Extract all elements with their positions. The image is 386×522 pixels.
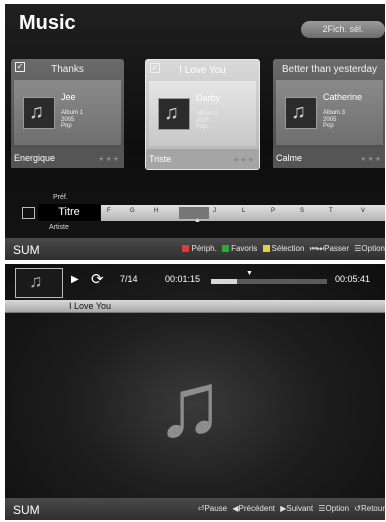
letter-index-item[interactable]: J: [213, 208, 216, 214]
page-title: Music: [19, 12, 76, 34]
play-icon[interactable]: ▶: [71, 274, 79, 285]
music-note-icon: ♫: [291, 101, 306, 123]
help-return[interactable]: ↺Retour: [354, 504, 385, 513]
song-mood: Triste: [149, 154, 172, 164]
help-items: Périph. Favoris Sélection ⏮⏭Passer ☰Opti…: [179, 244, 385, 254]
letter-index-bar: F G H J L P S T V: [101, 205, 385, 221]
album-art: ♫: [23, 97, 55, 129]
song-genre: Pop: [196, 124, 207, 130]
elapsed-time: 00:01:15: [165, 274, 201, 284]
album-art: ♫: [285, 97, 317, 129]
letter-index-item[interactable]: S: [300, 208, 304, 214]
song-title: Better than yesterday: [281, 64, 378, 75]
song-artist: Darby: [196, 93, 221, 103]
song-footer: Calme ★★★: [273, 148, 385, 168]
music-note-icon: ♫: [155, 354, 224, 456]
yellow-button-icon: [262, 245, 270, 252]
sort-option-current[interactable]: Titre: [38, 204, 100, 221]
song-album: Album 1: [61, 110, 84, 116]
cd-icon: ♫: [15, 268, 63, 298]
album-art: ♫: [158, 98, 190, 130]
song-genre: Pop: [323, 123, 334, 129]
now-playing-bar: I Love You: [5, 300, 385, 313]
letter-index-item[interactable]: T: [329, 208, 333, 214]
letter-index-item[interactable]: L: [242, 208, 245, 214]
letter-cursor-icon: ▲: [194, 217, 201, 224]
help-selection[interactable]: Sélection: [262, 244, 304, 253]
player-bar: ♫ ▶ ⟳ 7/14 00:01:15 ▼ 00:05:41: [5, 264, 385, 298]
list-icon: [22, 207, 35, 219]
help-option[interactable]: ☰Option: [354, 244, 385, 253]
help-next[interactable]: ▶Suivant: [280, 504, 313, 513]
track-index: 7/14: [120, 274, 138, 284]
song-title: I Love You: [179, 65, 226, 76]
rating-stars: ★★★: [233, 157, 255, 164]
letter-index-item[interactable]: V: [361, 208, 365, 214]
song-meta: Album 1 2005 Pop: [61, 110, 83, 130]
music-note-icon: ♫: [29, 101, 44, 123]
song-genre: Pop: [61, 123, 72, 129]
song-mood: Calme: [276, 153, 303, 163]
song-info-panel: ♫ Darby Album 2 2005 Pop: [149, 81, 256, 146]
progress-fill: [211, 279, 237, 284]
letter-index-item[interactable]: F: [107, 208, 111, 214]
song-footer: Energique ★★★: [11, 148, 124, 168]
repeat-icon[interactable]: ⟳: [91, 270, 104, 288]
song-album: Album 3: [323, 110, 346, 116]
return-icon: ↺: [354, 504, 361, 513]
song-title: Thanks: [51, 64, 84, 75]
song-card-thanks[interactable]: ✓ Thanks ♫ Jee Album 1 2005 Pop Energiqu…: [11, 59, 124, 168]
skip-icon: ⏮⏭: [309, 244, 325, 253]
song-artist: Catherine: [323, 92, 363, 102]
total-time: 00:05:41: [335, 274, 371, 284]
help-bar: SUM Périph. Favoris Sélection ⏮⏭Passer ☰…: [5, 238, 385, 260]
song-album: Album 2: [196, 111, 219, 117]
song-card-better-than-yesterday[interactable]: Better than yesterday ♫ Catherine Album …: [273, 59, 385, 168]
now-playing-title: I Love You: [69, 301, 112, 311]
song-info-panel: ♫ Jee Album 1 2005 Pop: [14, 80, 121, 145]
sum-label: SUM: [13, 503, 40, 517]
help-favorites[interactable]: Favoris: [222, 244, 257, 253]
letter-index-item[interactable]: G: [130, 208, 135, 214]
song-card-i-love-you[interactable]: ✓ I Love You ♫ Darby Album 2 2005 Pop Tr…: [145, 59, 260, 170]
sort-bar: Préf. Titre Artiste F G H J L P S T V: [5, 194, 385, 234]
music-library-screen: Music 2Fich. sél. ✓ Thanks ♫ Jee Album 1…: [5, 4, 385, 260]
help-option[interactable]: ☰Option: [318, 504, 349, 513]
help-peripheral[interactable]: Périph.: [182, 244, 217, 253]
progress-marker-icon: ▼: [246, 270, 253, 277]
progress-bar[interactable]: [211, 279, 327, 284]
red-button-icon: [182, 245, 190, 252]
rating-stars: ★★★: [360, 156, 382, 163]
song-artist: Jee: [61, 92, 76, 102]
help-pause[interactable]: ⏎Pause: [198, 504, 227, 513]
rating-stars: ★★★: [98, 156, 120, 163]
sum-label: SUM: [13, 243, 40, 257]
music-note-icon: ♫: [164, 102, 179, 124]
help-bar: SUM ⏎Pause ◀Précédent ▶Suivant ☰Option ↺…: [5, 498, 385, 520]
help-previous[interactable]: ◀Précédent: [232, 504, 275, 513]
song-footer: Triste ★★★: [146, 149, 259, 169]
sort-option-previous[interactable]: Préf.: [53, 194, 68, 201]
sort-option-next[interactable]: Artiste: [49, 224, 69, 231]
song-meta: Album 3 2005 Pop: [323, 110, 345, 130]
song-meta: Album 2 2005 Pop: [196, 111, 218, 131]
song-info-panel: ♫ Catherine Album 3 2005 Pop: [276, 80, 383, 145]
letter-index-item[interactable]: H: [154, 208, 158, 214]
song-mood: Energique: [14, 153, 56, 163]
now-playing-screen: ♫ ▶ ⟳ 7/14 00:01:15 ▼ 00:05:41 I Love Yo…: [5, 264, 385, 520]
green-button-icon: [222, 245, 230, 252]
music-note-icon: ♫: [29, 271, 43, 291]
help-items: ⏎Pause ◀Précédent ▶Suivant ☰Option ↺Reto…: [195, 504, 385, 513]
help-skip[interactable]: ⏮⏭Passer: [310, 244, 349, 253]
letter-index-item[interactable]: P: [271, 208, 275, 214]
selected-files-button[interactable]: 2Fich. sél.: [301, 21, 385, 38]
